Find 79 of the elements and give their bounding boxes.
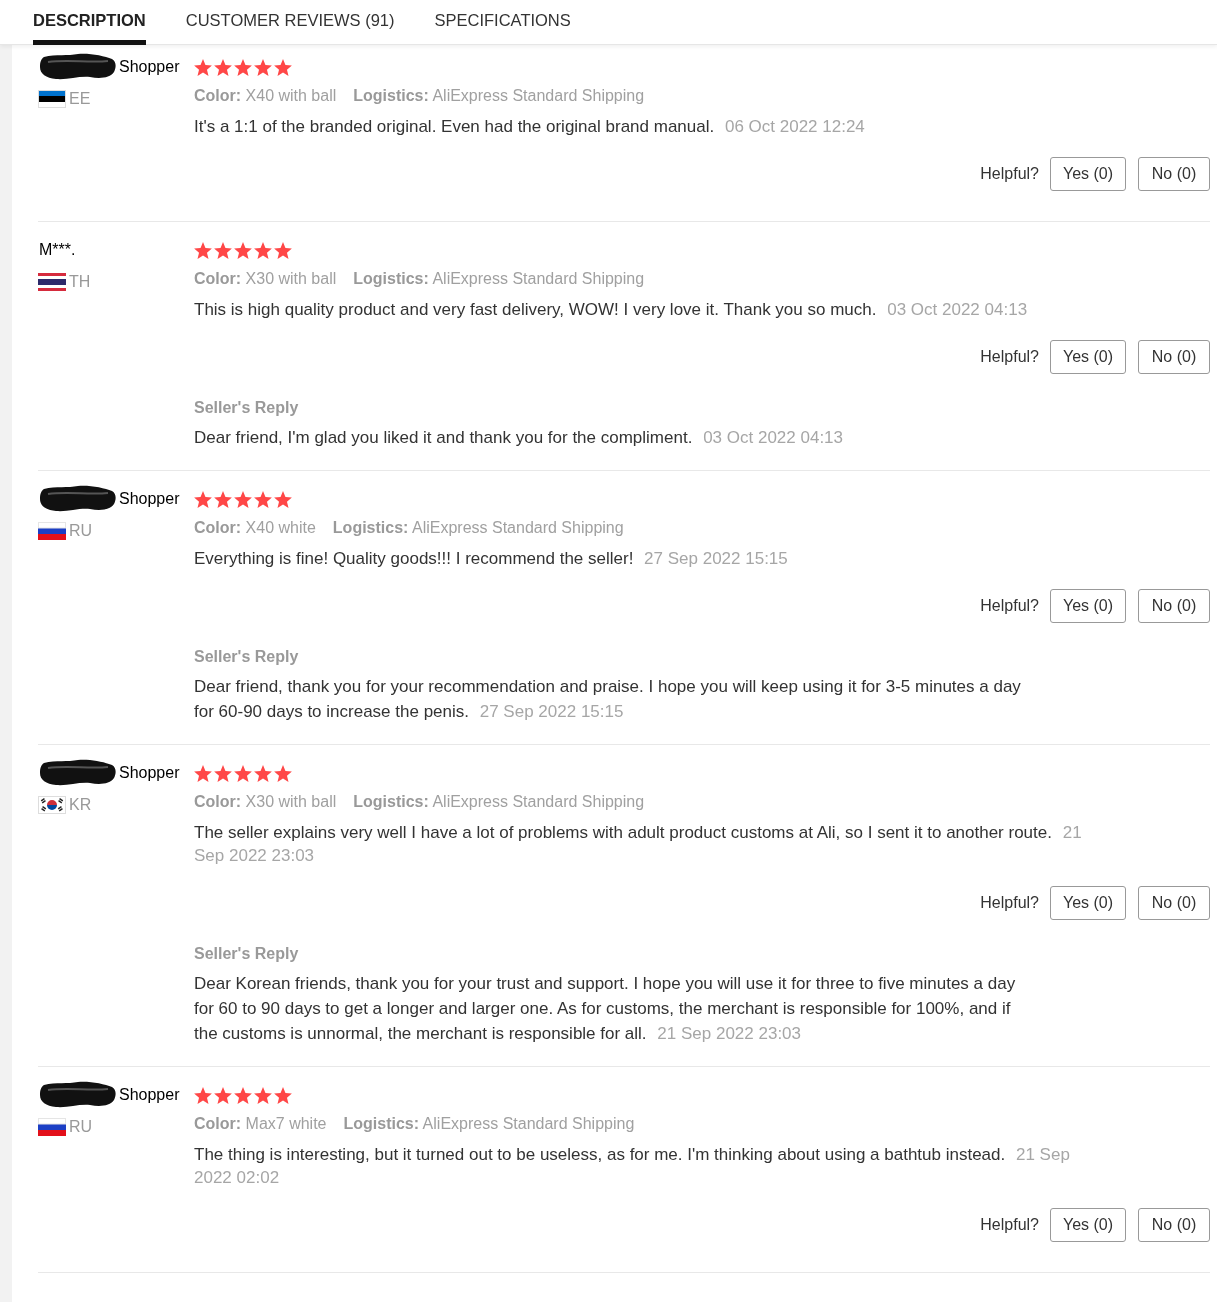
helpful-label: Helpful? <box>980 164 1039 184</box>
star-icon <box>234 764 252 782</box>
seller-reply-label: Seller's Reply <box>194 647 299 667</box>
product-attribute: Logistics: AliExpress Standard Shipping <box>353 792 645 812</box>
reviewer-name: Shopper <box>119 1085 180 1105</box>
review-text: The seller explains very well I have a lot of problems with adult product customs at Ali, so I sent it to another route. 21 Sep 2022 23:03 <box>194 822 1083 867</box>
reviewer-name: Shopper <box>119 57 180 77</box>
product-attribute: Logistics: AliExpress Standard Shipping <box>353 86 645 106</box>
star-icon <box>254 58 272 76</box>
star-icon <box>214 58 232 76</box>
star-icon <box>274 1086 292 1104</box>
flag-icon <box>38 273 66 291</box>
country-code: KR <box>69 795 92 815</box>
star-icon <box>194 241 212 259</box>
star-icon <box>274 241 292 259</box>
star-icon <box>214 764 232 782</box>
flag-icon <box>38 796 66 814</box>
star-icon <box>214 241 232 259</box>
country-code: RU <box>69 521 93 541</box>
product-attribute: Color: X40 with ball <box>194 86 337 106</box>
reviewer-name: M***. <box>39 240 76 260</box>
tab[interactable]: DESCRIPTION <box>33 0 146 45</box>
product-attribute: Color: X40 white <box>194 518 316 538</box>
product-attribute: Logistics: AliExpress Standard Shipping <box>353 269 645 289</box>
yes-button[interactable]: Yes (0) <box>1050 1208 1126 1242</box>
star-icon <box>214 1086 232 1104</box>
reviewer-name: Shopper <box>119 489 180 509</box>
star-icon <box>194 764 212 782</box>
flag-icon <box>38 1118 66 1136</box>
star-icon <box>274 764 292 782</box>
tab[interactable]: CUSTOMER REVIEWS (91) <box>185 0 395 45</box>
helpful-label: Helpful? <box>980 347 1039 367</box>
reviewer-name: Shopper <box>119 763 180 783</box>
star-icon <box>234 1086 252 1104</box>
yes-button[interactable]: Yes (0) <box>1050 886 1126 920</box>
star-icon <box>254 490 272 508</box>
seller-reply-text: Dear friend, I'm glad you liked it and thank you for the compliment. 03 Oct 2022 04:13 <box>194 427 843 449</box>
yes-button[interactable]: Yes (0) <box>1050 589 1126 623</box>
star-icon <box>254 764 272 782</box>
seller-reply-label: Seller's Reply <box>194 398 299 418</box>
flag-icon <box>38 522 66 540</box>
product-attribute: Logistics: AliExpress Standard Shipping <box>343 1114 635 1134</box>
no-button[interactable]: No (0) <box>1138 1208 1210 1242</box>
review-text: It's a 1:1 of the branded original. Even had the original brand manual. 06 Oct 2022 12:24 <box>194 116 865 138</box>
star-icon <box>234 241 252 259</box>
yes-button[interactable]: Yes (0) <box>1050 157 1126 191</box>
no-button[interactable]: No (0) <box>1138 157 1210 191</box>
star-icon <box>254 241 272 259</box>
helpful-label: Helpful? <box>980 1215 1039 1235</box>
tab[interactable]: SPECIFICATIONS <box>434 0 571 45</box>
seller-reply-text: Dear Korean friends, thank you for your trust and support. I hope you will use it for three to five minutes a day for 60 to 90 days to get a longer and larger one. As for customs, the merchant is responsible for 100%, and if the customs is unnormal, the merchant is responsible for all. 21 Sep 2022 23:03 <box>194 973 1017 1045</box>
no-button[interactable]: No (0) <box>1138 340 1210 374</box>
product-attribute: Logistics: AliExpress Standard Shipping <box>332 518 624 538</box>
seller-reply-label: Seller's Reply <box>194 944 299 964</box>
helpful-label: Helpful? <box>980 893 1039 913</box>
review-text: The thing is interesting, but it turned out to be useless, as for me. I'm thinking about using a bathtub instead. 21 Sep 2022 02:02 <box>194 1144 1071 1189</box>
product-attribute: Color: Max7 white <box>194 1114 327 1134</box>
star-icon <box>194 1086 212 1104</box>
star-icon <box>234 490 252 508</box>
yes-button[interactable]: Yes (0) <box>1050 340 1126 374</box>
star-icon <box>234 58 252 76</box>
product-attribute: Color: X30 with ball <box>194 269 337 289</box>
helpful-label: Helpful? <box>980 596 1039 616</box>
country-code: RU <box>69 1117 93 1137</box>
star-icon <box>254 1086 272 1104</box>
flag-icon <box>38 90 66 108</box>
seller-reply-text: Dear friend, thank you for your recommendation and praise. I hope you will keep using it for 3-5 minutes a day for 60-90 days to increase the penis. 27 Sep 2022 15:15 <box>194 676 1022 723</box>
no-button[interactable]: No (0) <box>1138 886 1210 920</box>
review-text: Everything is fine! Quality goods!!! I recommend the seller! 27 Sep 2022 15:15 <box>194 548 788 570</box>
star-icon <box>274 490 292 508</box>
star-icon <box>194 58 212 76</box>
star-icon <box>274 58 292 76</box>
star-icon <box>214 490 232 508</box>
review-text: This is high quality product and very fast delivery, WOW! I very love it. Thank you so much. 03 Oct 2022 04:13 <box>194 299 1028 321</box>
country-code: TH <box>69 272 91 292</box>
no-button[interactable]: No (0) <box>1138 589 1210 623</box>
country-code: EE <box>69 89 91 109</box>
product-attribute: Color: X30 with ball <box>194 792 337 812</box>
star-icon <box>194 490 212 508</box>
